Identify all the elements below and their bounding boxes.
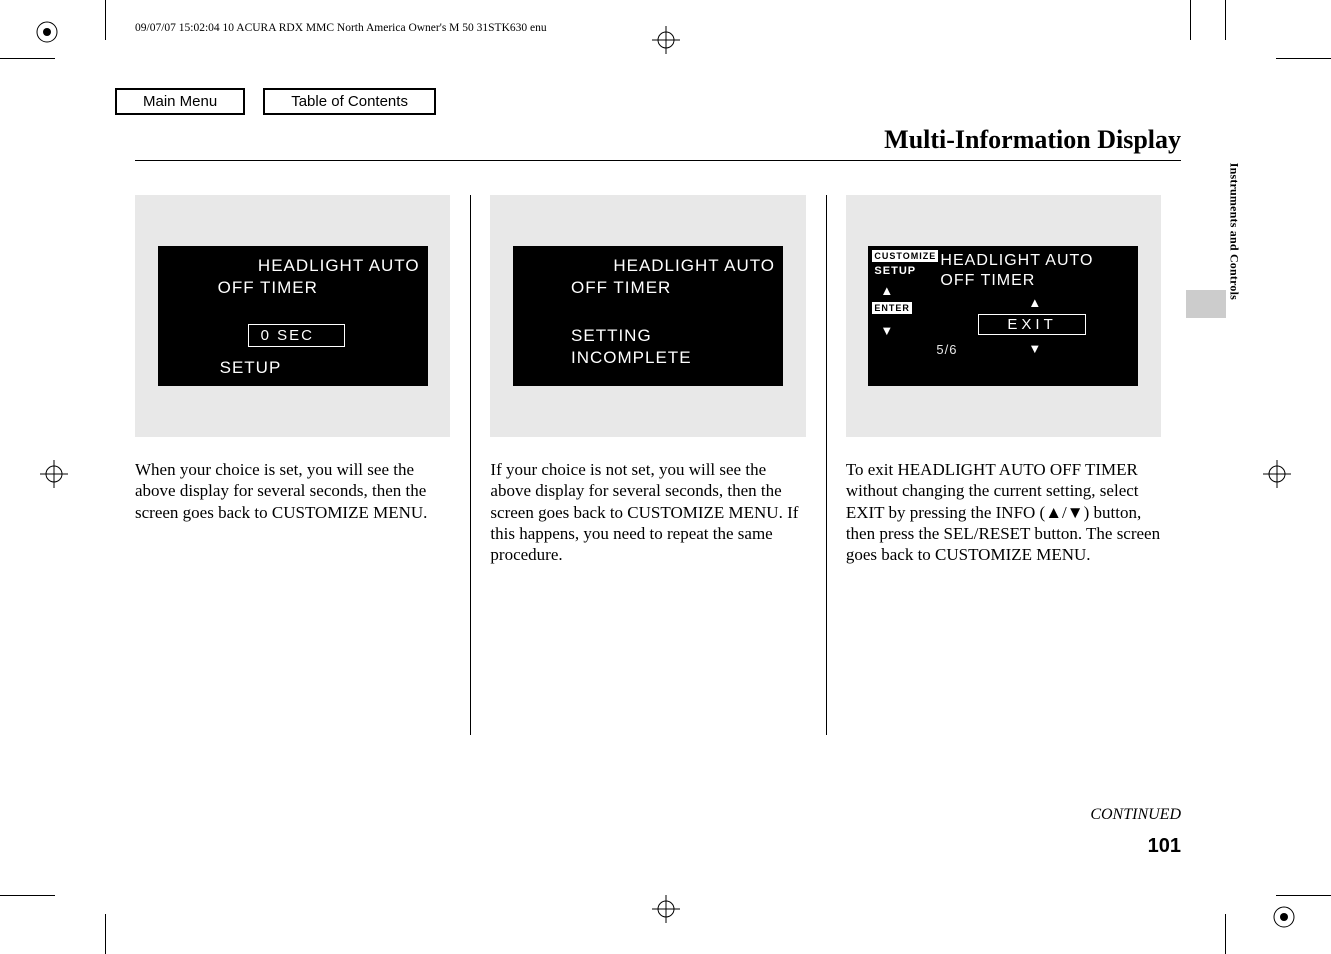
lcd-side-label: SETUP <box>872 264 918 278</box>
crop-mark <box>105 0 106 40</box>
column-2: HEADLIGHT AUTO OFF TIMER SETTING INCOMPL… <box>490 195 825 735</box>
up-arrow-icon: ▲ <box>880 284 894 297</box>
lcd-text: SETUP <box>220 358 282 378</box>
registration-mark-icon <box>35 20 59 49</box>
page-title: Multi-Information Display <box>884 125 1181 155</box>
lcd-panel-set: HEADLIGHT AUTO OFF TIMER 0 SEC SETUP <box>135 195 450 437</box>
crosshair-icon <box>40 460 68 493</box>
section-tab: Instruments and Controls <box>1226 163 1241 300</box>
registration-mark-icon <box>1272 905 1296 934</box>
lcd-side-label: CUSTOMIZE <box>872 250 938 262</box>
main-menu-button[interactable]: Main Menu <box>115 88 245 115</box>
lcd-text: INCOMPLETE <box>571 348 692 368</box>
continued-label: CONTINUED <box>1090 806 1181 824</box>
page-number: 101 <box>1148 835 1181 858</box>
lcd-text: HEADLIGHT AUTO <box>258 256 420 276</box>
crop-mark <box>0 895 55 896</box>
crosshair-icon <box>1263 460 1291 493</box>
crop-mark <box>0 58 55 59</box>
lcd-text: HEADLIGHT AUTO <box>613 256 775 276</box>
lcd-text: OFF TIMER <box>940 272 1035 290</box>
crop-mark <box>1276 895 1331 896</box>
column-1: HEADLIGHT AUTO OFF TIMER 0 SEC SETUP Whe… <box>135 195 470 735</box>
lcd-text: SETTING <box>571 326 652 346</box>
lcd-panel-incomplete: HEADLIGHT AUTO OFF TIMER SETTING INCOMPL… <box>490 195 805 437</box>
column-body-text: When your choice is set, you will see th… <box>135 459 450 523</box>
lcd-panel-exit: CUSTOMIZE SETUP ▲ ENTER ▼ HEADLIGHT AUTO… <box>846 195 1161 437</box>
crop-mark <box>105 914 106 954</box>
lcd-text: HEADLIGHT AUTO <box>940 252 1093 270</box>
up-arrow-icon: ▲ <box>1028 296 1042 309</box>
table-of-contents-button[interactable]: Table of Contents <box>263 88 436 115</box>
lcd-text: OFF TIMER <box>571 278 671 298</box>
crosshair-icon <box>652 26 680 59</box>
down-arrow-icon: ▼ <box>1028 342 1042 355</box>
lcd-enter-label: ENTER <box>872 302 912 314</box>
column-body-text: To exit HEADLIGHT AUTO OFF TIMER without… <box>846 459 1161 565</box>
column-3: CUSTOMIZE SETUP ▲ ENTER ▼ HEADLIGHT AUTO… <box>846 195 1181 735</box>
lcd-text: OFF TIMER <box>218 278 318 298</box>
lcd-value-box: 0 SEC <box>248 324 345 347</box>
lcd-exit-box: EXIT <box>978 314 1085 335</box>
crop-mark <box>1225 914 1226 954</box>
title-divider <box>135 160 1181 161</box>
column-body-text: If your choice is not set, you will see … <box>490 459 805 565</box>
margin-tab <box>1186 290 1226 318</box>
crop-mark <box>1276 58 1331 59</box>
down-arrow-icon: ▼ <box>880 324 894 337</box>
crop-mark <box>1225 0 1226 40</box>
document-build-stamp: 09/07/07 15:02:04 10 ACURA RDX MMC North… <box>135 22 547 34</box>
crosshair-icon <box>652 895 680 928</box>
crop-mark <box>1190 0 1191 40</box>
lcd-fraction: 5/6 <box>936 342 957 357</box>
